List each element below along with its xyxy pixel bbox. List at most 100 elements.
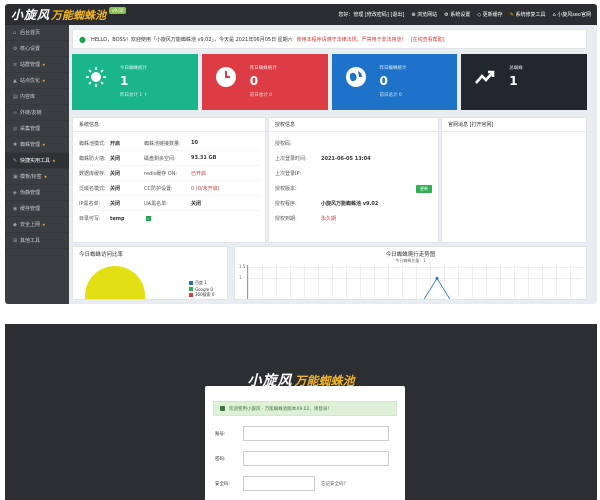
template-icon: ▣	[13, 173, 18, 180]
sidebar-item-label: 外链/友链	[20, 110, 42, 116]
spider-icon: ✱	[13, 141, 18, 148]
system-info-key: UA黑名单:	[144, 200, 168, 207]
globe-icon	[345, 66, 367, 88]
repair-tool-link[interactable]: ✎ 系统修复工具	[510, 11, 546, 18]
system-info-row: 数据库缓存: 关闭 redis缓存 ON: 已开启	[79, 166, 259, 181]
auth-info-title: 授权信息	[269, 118, 438, 132]
star-icon: ★	[42, 222, 46, 227]
system-info-key: 蜘蛛防火墙:	[79, 155, 106, 162]
update-cache-label: 更新缓存	[482, 12, 503, 18]
sidebar-item[interactable]: ▲ 站点优化 ★	[5, 73, 69, 89]
sidebar-item[interactable]: ≡ 站群管理 ★	[5, 57, 69, 73]
star-icon: ★	[42, 62, 46, 67]
password-row: 密码:	[215, 451, 389, 466]
login-alert-text: 欢迎使用小旋风 · 万能蜘蛛池版本X9.02，请登录！	[229, 406, 332, 412]
sidebar-item[interactable]: ◆ 安全上网 ★	[5, 217, 69, 233]
legend-swatch	[189, 293, 193, 297]
username-input[interactable]	[243, 426, 389, 441]
auth-info-key: 授权版本:	[275, 186, 297, 192]
help-link[interactable]: [在线查看帮助]	[411, 36, 445, 43]
auth-info-key: 授权程序:	[275, 201, 297, 207]
username-label: 账号:	[215, 431, 226, 437]
series-line	[423, 277, 451, 299]
sidebar-item[interactable]: ◉ 缓存管理	[5, 201, 69, 217]
pie-slice-baidu	[85, 266, 145, 299]
sidebar-item-label: 快捷实用工具	[20, 158, 51, 164]
official-news-title[interactable]: 官网消息 [打开官网]	[442, 118, 586, 132]
sidebar-item-label: 缓存管理	[20, 206, 41, 212]
official-site-label: 小旋风seo官网	[557, 12, 591, 18]
welcome-notice: ● HELLO，BOSS！欢迎使用「小旋风万能蜘蛛池 v9.02」，今天是 20…	[72, 29, 587, 49]
top-nav-links: 您好：管理 [修改密码] [退出] ⊕ 浏览网站 ⚙ 系统设置 ◇ 更新缓存 ✎…	[338, 4, 591, 25]
book-icon: ▤	[13, 93, 18, 100]
system-info-row: 蜘蛛池模式: 开启 蜘蛛池链接数量: 10	[79, 136, 259, 151]
system-info-key: 泛域名模式:	[79, 185, 106, 192]
trend-icon	[474, 66, 496, 88]
system-info-row: 蜘蛛防火墙: 关闭 磁盘剩余空间: 93.31 GB	[79, 151, 259, 166]
stat-card-value: 1	[120, 74, 129, 88]
stat-card-title: 总蜘蛛	[509, 66, 523, 71]
official-site-link[interactable]: ⌂ 小旋风seo官网	[552, 11, 591, 18]
browse-site-link[interactable]: ⊕ 浏览网站	[411, 11, 437, 18]
system-info-key: 蜘蛛池模式:	[79, 140, 106, 147]
sidebar-item[interactable]: ◎ 采集管理	[5, 121, 69, 137]
user-greeting-link[interactable]: 您好：管理 [修改密码] [退出]	[338, 11, 404, 18]
system-info-title: 系统信息	[73, 118, 265, 132]
pie-chart-panel: 今日蜘蛛访问比率 百度 1 Google 0 360搜索 0	[72, 246, 228, 300]
logo[interactable]: 小旋风 万能蜘蛛池 v9.02	[11, 7, 127, 22]
system-info-value: 关闭	[191, 200, 202, 207]
system-info-value: 关闭	[110, 170, 121, 177]
system-settings-link[interactable]: ⚙ 系统设置	[444, 11, 470, 18]
notice-greeting: HELLO，BOSS！欢迎使用「小旋风万能蜘蛛池 v9.02」，今天是 2021…	[90, 36, 293, 43]
security-code-label: 安全码:	[215, 481, 231, 487]
line-chart-subtitle: 今日蜘蛛总量：1	[395, 258, 426, 263]
sidebar-item[interactable]: ▣ 模板/标签 ★	[5, 169, 69, 185]
login-alert: 欢迎使用小旋风 · 万能蜘蛛池版本X9.02，请登录！	[213, 401, 397, 416]
stat-card-subtitle: 前日总计 0	[379, 93, 402, 98]
stat-card-subtitle: 前日总计 0	[249, 93, 273, 98]
legend-swatch	[189, 287, 193, 291]
admin-dashboard-screenshot: 小旋风 万能蜘蛛池 v9.02 您好：管理 [修改密码] [退出] ⊕ 浏览网站…	[5, 4, 597, 304]
data-point	[435, 276, 439, 280]
update-cache-link[interactable]: ◇ 更新缓存	[477, 11, 502, 18]
password-input[interactable]	[243, 451, 389, 466]
stat-card: 今日蜘蛛统计 1 昨日总计 1 ↑	[72, 54, 198, 110]
system-settings-label: 系统设置	[450, 12, 471, 18]
sidebar-item[interactable]: ✎ 快捷实用工具 ★	[5, 153, 69, 169]
stat-card: 昨日蜘蛛统计 0 前日总计 0	[331, 54, 458, 110]
system-info-value: 10	[191, 140, 198, 146]
sidebar-item[interactable]: ⚙ 核心设置	[5, 41, 69, 57]
sidebar-item[interactable]: ✱ 蜘蛛管理 ★	[5, 137, 69, 153]
legend-label: 360搜索 0	[195, 292, 215, 297]
sidebar: ⌂ 后台首页 ⚙ 核心设置 ≡ 站群管理 ★ ▲ 站点优化 ★ ▤ 内容库 ∞ 外链/友链 ◎ 采集管理 ✱ 蜘蛛…	[5, 25, 69, 304]
sidebar-item-label: 站群管理	[20, 62, 41, 68]
sidebar-item[interactable]: ∞ 外链/友链	[5, 105, 69, 121]
grid-icon: ⊞	[13, 237, 18, 244]
auth-info-key: 授权码:	[275, 141, 292, 147]
browse-site-label: 浏览网站	[417, 12, 438, 18]
pie-chart-title: 今日蜘蛛访问比率	[79, 252, 124, 258]
system-info-key: 数据库缓存:	[79, 170, 106, 177]
legend-swatch	[189, 281, 193, 285]
pie-legend-item[interactable]: 360搜索 0	[189, 292, 214, 298]
forgot-code-link[interactable]: 忘记安全码?	[321, 481, 346, 487]
sidebar-item[interactable]: ▤ 内容库	[5, 89, 69, 105]
legend-label: Google 0	[195, 286, 213, 292]
security-code-input[interactable]	[243, 476, 315, 491]
system-info-value: 93.31 GB	[191, 155, 217, 161]
tool-icon: ✎	[13, 157, 18, 164]
y-tick-label: 1.5	[239, 264, 246, 269]
system-info-value: 关闭	[110, 155, 121, 162]
system-info-panel: 系统信息 蜘蛛池模式: 开启 蜘蛛池链接数量: 10 蜘蛛防火墙: 关闭 磁盘剩余空间: 93…	[72, 117, 266, 243]
update-button[interactable]: 更新	[416, 184, 432, 193]
sidebar-item[interactable]: ◈ 伪静管理	[5, 185, 69, 201]
clock-icon	[215, 66, 237, 88]
sidebar-item-label: 后台首页	[20, 30, 41, 36]
official-news-panel: 官网消息 [打开官网]	[441, 117, 587, 243]
version-badge: v9.02	[109, 7, 127, 14]
auth-info-row: 授权码:	[275, 136, 432, 151]
top-navbar: 小旋风 万能蜘蛛池 v9.02 您好：管理 [修改密码] [退出] ⊕ 浏览网站…	[5, 4, 597, 25]
sidebar-item[interactable]: ⌂ 后台首页	[5, 25, 69, 41]
sidebar-item[interactable]: ⊞ 其他工具	[5, 233, 69, 249]
logo-main-text: 小旋风	[11, 8, 51, 22]
